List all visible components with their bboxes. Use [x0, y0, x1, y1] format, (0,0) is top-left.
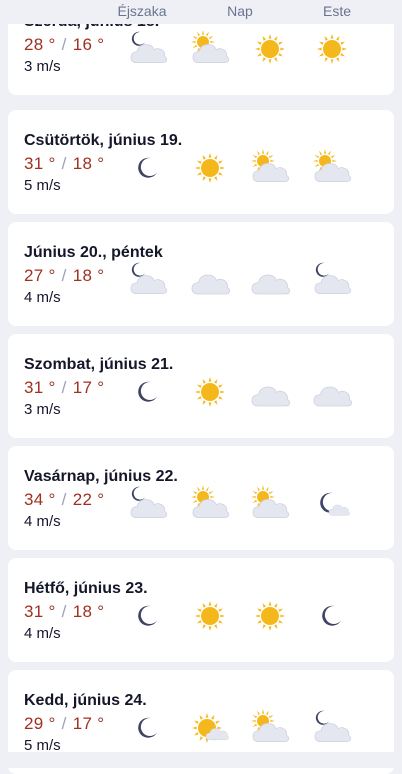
sun-icon	[190, 148, 230, 188]
cloud-icon	[190, 260, 230, 300]
temperature-range: 31 ° / 17 °	[24, 378, 104, 398]
sun-icon	[312, 29, 352, 69]
column-header: Éjszaka Nap Este	[0, 0, 402, 24]
wind-speed: 4 m/s	[24, 513, 61, 530]
night-column-label: Éjszaka	[117, 3, 167, 19]
sun-small-cloud-icon	[190, 708, 230, 748]
temp-separator: /	[61, 35, 67, 54]
day-forecast-card[interactable]: Június 20., péntek 27 ° / 18 ° 4 m/s	[8, 222, 394, 326]
min-temp: 18 °	[72, 154, 105, 173]
temp-separator: /	[61, 714, 67, 733]
moon-icon	[312, 596, 352, 636]
temp-separator: /	[61, 266, 67, 285]
cloud-sun-icon	[250, 708, 290, 748]
cloud-moon-icon	[312, 708, 352, 748]
cloud-moon-icon	[128, 260, 168, 300]
cloud-icon	[250, 260, 290, 300]
min-temp: 18 °	[72, 266, 105, 285]
max-temp: 31 °	[24, 602, 56, 621]
day-forecast-card[interactable]: Szombat, június 21. 31 ° / 17 ° 3 m/s	[8, 334, 394, 438]
moon-icon	[128, 372, 168, 412]
wind-speed: 3 m/s	[24, 401, 61, 418]
min-temp: 16 °	[72, 35, 105, 54]
bottom-edge	[0, 752, 402, 768]
max-temp: 34 °	[24, 490, 56, 509]
max-temp: 28 °	[24, 35, 56, 54]
temp-separator: /	[61, 154, 67, 173]
day-forecast-card[interactable]: Vasárnap, június 22. 34 ° / 22 ° 4 m/s	[8, 446, 394, 550]
cloud-moon-icon	[128, 29, 168, 69]
sun-icon	[190, 596, 230, 636]
evening-column-label: Este	[322, 3, 352, 19]
day-column-label: Nap	[227, 3, 253, 19]
temp-separator: /	[61, 602, 67, 621]
wind-speed: 5 m/s	[24, 177, 61, 194]
cloud-sun-icon	[250, 148, 290, 188]
cloud-icon	[312, 372, 352, 412]
max-temp: 31 °	[24, 378, 56, 397]
temperature-range: 29 ° / 17 °	[24, 714, 104, 734]
cloud-sun-icon	[250, 484, 290, 524]
moon-icon	[128, 596, 168, 636]
wind-speed: 4 m/s	[24, 289, 61, 306]
max-temp: 29 °	[24, 714, 56, 733]
cloud-moon-icon	[312, 260, 352, 300]
wind-speed: 4 m/s	[24, 625, 61, 642]
temp-separator: /	[61, 490, 67, 509]
min-temp: 18 °	[72, 602, 105, 621]
min-temp: 17 °	[72, 378, 105, 397]
max-temp: 31 °	[24, 154, 56, 173]
min-temp: 17 °	[72, 714, 105, 733]
wind-speed: 3 m/s	[24, 58, 61, 75]
moon-icon	[128, 148, 168, 188]
temperature-range: 31 ° / 18 °	[24, 154, 104, 174]
cloud-sun-icon	[312, 148, 352, 188]
temperature-range: 28 ° / 16 °	[24, 35, 104, 55]
cloud-sun-icon	[190, 29, 230, 69]
sun-icon	[190, 372, 230, 412]
min-temp: 22 °	[72, 490, 105, 509]
moon-icon	[128, 708, 168, 748]
temperature-range: 34 ° / 22 °	[24, 490, 104, 510]
temperature-range: 31 ° / 18 °	[24, 602, 104, 622]
sun-icon	[250, 29, 290, 69]
day-forecast-card[interactable]: Hétfő, június 23. 31 ° / 18 ° 4 m/s	[8, 558, 394, 662]
sun-icon	[250, 596, 290, 636]
day-forecast-card[interactable]: Csütörtök, június 19. 31 ° / 18 ° 5 m/s	[8, 110, 394, 214]
max-temp: 27 °	[24, 266, 56, 285]
cloud-moon-icon	[128, 484, 168, 524]
moon-small-cloud-icon	[312, 484, 352, 524]
temp-separator: /	[61, 378, 67, 397]
temperature-range: 27 ° / 18 °	[24, 266, 104, 286]
cloud-sun-icon	[190, 484, 230, 524]
cloud-icon	[250, 372, 290, 412]
